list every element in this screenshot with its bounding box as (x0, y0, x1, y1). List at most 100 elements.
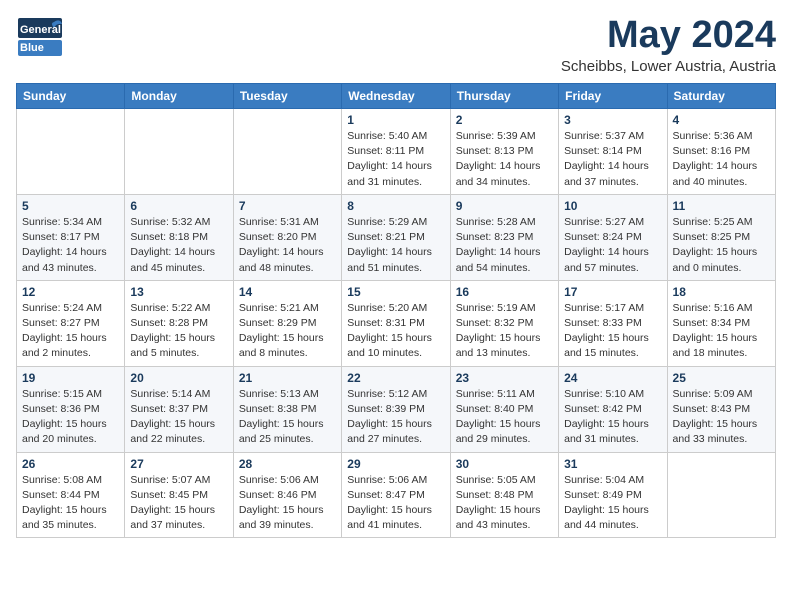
logo: General Blue (16, 16, 64, 58)
calendar-day-cell: 24 Sunrise: 5:10 AM Sunset: 8:42 PM Dayli… (559, 366, 667, 452)
day-sun-info: Sunrise: 5:09 AM Sunset: 8:43 PM Dayligh… (673, 387, 770, 448)
day-sun-info: Sunrise: 5:21 AM Sunset: 8:29 PM Dayligh… (239, 301, 336, 362)
calendar-day-cell: 16 Sunrise: 5:19 AM Sunset: 8:32 PM Dayli… (450, 280, 558, 366)
calendar-day-cell: 27 Sunrise: 5:07 AM Sunset: 8:45 PM Dayli… (125, 452, 233, 538)
day-number: 27 (130, 457, 227, 471)
title-area: May 2024 Scheibbs, Lower Austria, Austri… (561, 16, 776, 75)
day-number: 12 (22, 285, 119, 299)
day-number: 11 (673, 199, 770, 213)
day-sun-info: Sunrise: 5:13 AM Sunset: 8:38 PM Dayligh… (239, 387, 336, 448)
calendar-day-cell: 18Sunrise: 5:16 AM Sunset: 8:34 PM Dayli… (667, 280, 775, 366)
day-sun-info: Sunrise: 5:14 AM Sunset: 8:37 PM Dayligh… (130, 387, 227, 448)
day-sun-info: Sunrise: 5:06 AM Sunset: 8:47 PM Dayligh… (347, 473, 444, 534)
calendar-day-cell: 29 Sunrise: 5:06 AM Sunset: 8:47 PM Dayli… (342, 452, 450, 538)
day-sun-info: Sunrise: 5:25 AM Sunset: 8:25 PM Dayligh… (673, 215, 770, 276)
calendar-day-cell: 25 Sunrise: 5:09 AM Sunset: 8:43 PM Dayli… (667, 366, 775, 452)
day-sun-info: Sunrise: 5:40 AM Sunset: 8:11 PM Dayligh… (347, 129, 444, 190)
day-sun-info: Sunrise: 5:08 AM Sunset: 8:44 PM Dayligh… (22, 473, 119, 534)
day-number: 4 (673, 113, 770, 127)
svg-text:Blue: Blue (20, 42, 44, 54)
day-sun-info: Sunrise: 5:12 AM Sunset: 8:39 PM Dayligh… (347, 387, 444, 448)
day-sun-info: Sunrise: 5:05 AM Sunset: 8:48 PM Dayligh… (456, 473, 553, 534)
calendar-day-cell: 11 Sunrise: 5:25 AM Sunset: 8:25 PM Dayli… (667, 194, 775, 280)
calendar-day-cell: 5 Sunrise: 5:34 AM Sunset: 8:17 PM Daylig… (17, 194, 125, 280)
day-sun-info: Sunrise: 5:39 AM Sunset: 8:13 PM Dayligh… (456, 129, 553, 190)
calendar-day-cell: 14 Sunrise: 5:21 AM Sunset: 8:29 PM Dayli… (233, 280, 341, 366)
calendar-week-row: 1Sunrise: 5:40 AM Sunset: 8:11 PM Daylig… (17, 109, 776, 195)
day-of-week-header: Wednesday (342, 84, 450, 109)
calendar-day-cell: 4 Sunrise: 5:36 AM Sunset: 8:16 PM Daylig… (667, 109, 775, 195)
day-sun-info: Sunrise: 5:27 AM Sunset: 8:24 PM Dayligh… (564, 215, 661, 276)
day-number: 5 (22, 199, 119, 213)
day-number: 16 (456, 285, 553, 299)
day-of-week-header: Monday (125, 84, 233, 109)
day-sun-info: Sunrise: 5:10 AM Sunset: 8:42 PM Dayligh… (564, 387, 661, 448)
day-number: 13 (130, 285, 227, 299)
day-number: 20 (130, 371, 227, 385)
day-sun-info: Sunrise: 5:07 AM Sunset: 8:45 PM Dayligh… (130, 473, 227, 534)
day-number: 31 (564, 457, 661, 471)
calendar-day-cell: 12 Sunrise: 5:24 AM Sunset: 8:27 PM Dayli… (17, 280, 125, 366)
day-sun-info: Sunrise: 5:32 AM Sunset: 8:18 PM Dayligh… (130, 215, 227, 276)
day-number: 29 (347, 457, 444, 471)
svg-text:General: General (20, 24, 61, 36)
day-of-week-header: Thursday (450, 84, 558, 109)
day-sun-info: Sunrise: 5:06 AM Sunset: 8:46 PM Dayligh… (239, 473, 336, 534)
calendar-day-cell: 28 Sunrise: 5:06 AM Sunset: 8:46 PM Dayli… (233, 452, 341, 538)
calendar-week-row: 12 Sunrise: 5:24 AM Sunset: 8:27 PM Dayli… (17, 280, 776, 366)
calendar-day-cell: 17 Sunrise: 5:17 AM Sunset: 8:33 PM Dayli… (559, 280, 667, 366)
calendar-day-cell (17, 109, 125, 195)
day-number: 14 (239, 285, 336, 299)
day-sun-info: Sunrise: 5:28 AM Sunset: 8:23 PM Dayligh… (456, 215, 553, 276)
day-of-week-header: Saturday (667, 84, 775, 109)
day-number: 21 (239, 371, 336, 385)
day-sun-info: Sunrise: 5:24 AM Sunset: 8:27 PM Dayligh… (22, 301, 119, 362)
day-number: 30 (456, 457, 553, 471)
day-sun-info: Sunrise: 5:16 AM Sunset: 8:34 PM Dayligh… (673, 301, 770, 362)
day-sun-info: Sunrise: 5:22 AM Sunset: 8:28 PM Dayligh… (130, 301, 227, 362)
day-number: 9 (456, 199, 553, 213)
calendar-day-cell: 7Sunrise: 5:31 AM Sunset: 8:20 PM Daylig… (233, 194, 341, 280)
day-number: 24 (564, 371, 661, 385)
day-number: 2 (456, 113, 553, 127)
day-sun-info: Sunrise: 5:20 AM Sunset: 8:31 PM Dayligh… (347, 301, 444, 362)
calendar-day-cell: 30 Sunrise: 5:05 AM Sunset: 8:48 PM Dayli… (450, 452, 558, 538)
calendar-day-cell: 10 Sunrise: 5:27 AM Sunset: 8:24 PM Dayli… (559, 194, 667, 280)
day-sun-info: Sunrise: 5:34 AM Sunset: 8:17 PM Dayligh… (22, 215, 119, 276)
logo-icon: General Blue (16, 16, 64, 58)
month-title: May 2024 (561, 16, 776, 54)
day-number: 7 (239, 199, 336, 213)
day-sun-info: Sunrise: 5:15 AM Sunset: 8:36 PM Dayligh… (22, 387, 119, 448)
day-sun-info: Sunrise: 5:17 AM Sunset: 8:33 PM Dayligh… (564, 301, 661, 362)
day-sun-info: Sunrise: 5:04 AM Sunset: 8:49 PM Dayligh… (564, 473, 661, 534)
calendar-day-cell: 8Sunrise: 5:29 AM Sunset: 8:21 PM Daylig… (342, 194, 450, 280)
calendar-day-cell: 20 Sunrise: 5:14 AM Sunset: 8:37 PM Dayli… (125, 366, 233, 452)
calendar-day-cell: 6 Sunrise: 5:32 AM Sunset: 8:18 PM Daylig… (125, 194, 233, 280)
calendar-day-cell: 23Sunrise: 5:11 AM Sunset: 8:40 PM Dayli… (450, 366, 558, 452)
calendar-day-cell (233, 109, 341, 195)
day-of-week-header: Sunday (17, 84, 125, 109)
day-number: 6 (130, 199, 227, 213)
calendar-week-row: 5 Sunrise: 5:34 AM Sunset: 8:17 PM Daylig… (17, 194, 776, 280)
day-number: 19 (22, 371, 119, 385)
day-of-week-header: Friday (559, 84, 667, 109)
day-sun-info: Sunrise: 5:36 AM Sunset: 8:16 PM Dayligh… (673, 129, 770, 190)
calendar-day-cell: 9 Sunrise: 5:28 AM Sunset: 8:23 PM Daylig… (450, 194, 558, 280)
calendar-week-row: 26 Sunrise: 5:08 AM Sunset: 8:44 PM Dayli… (17, 452, 776, 538)
day-number: 17 (564, 285, 661, 299)
calendar-day-cell: 22Sunrise: 5:12 AM Sunset: 8:39 PM Dayli… (342, 366, 450, 452)
day-number: 28 (239, 457, 336, 471)
day-sun-info: Sunrise: 5:19 AM Sunset: 8:32 PM Dayligh… (456, 301, 553, 362)
day-number: 25 (673, 371, 770, 385)
calendar-day-cell: 21 Sunrise: 5:13 AM Sunset: 8:38 PM Dayli… (233, 366, 341, 452)
day-number: 26 (22, 457, 119, 471)
page-header: General Blue May 2024 Scheibbs, Lower Au… (16, 16, 776, 75)
calendar-day-cell: 19 Sunrise: 5:15 AM Sunset: 8:36 PM Dayli… (17, 366, 125, 452)
day-sun-info: Sunrise: 5:29 AM Sunset: 8:21 PM Dayligh… (347, 215, 444, 276)
calendar-header-row: SundayMondayTuesdayWednesdayThursdayFrid… (17, 84, 776, 109)
day-number: 10 (564, 199, 661, 213)
calendar-day-cell: 3Sunrise: 5:37 AM Sunset: 8:14 PM Daylig… (559, 109, 667, 195)
calendar-day-cell: 2 Sunrise: 5:39 AM Sunset: 8:13 PM Daylig… (450, 109, 558, 195)
day-of-week-header: Tuesday (233, 84, 341, 109)
calendar-day-cell: 31 Sunrise: 5:04 AM Sunset: 8:49 PM Dayli… (559, 452, 667, 538)
